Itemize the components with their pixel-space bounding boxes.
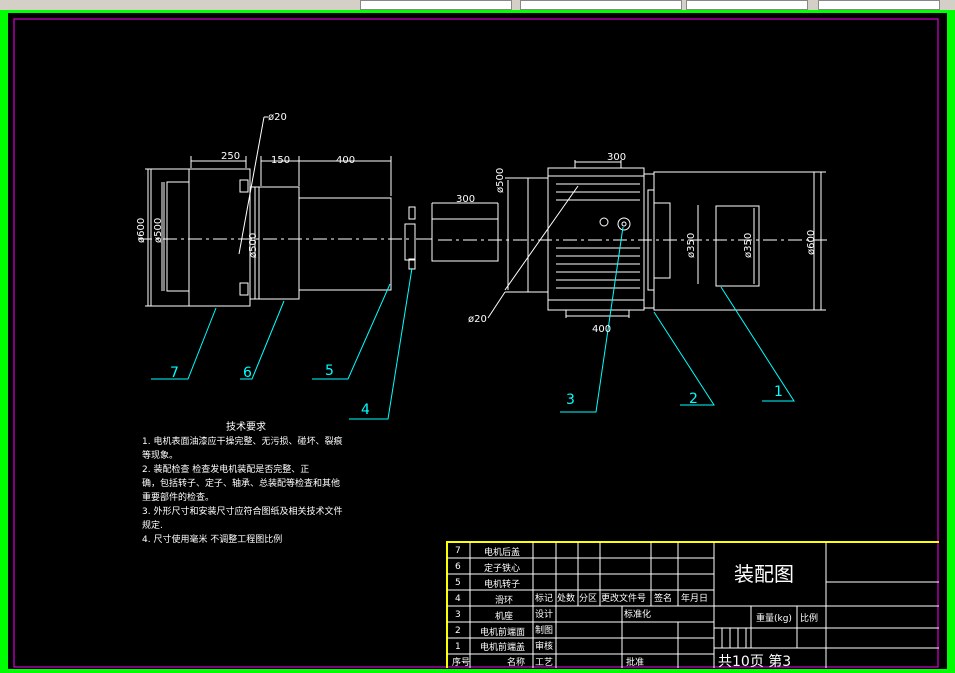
front-endface-part — [643, 173, 655, 309]
bom-name: 电机前端盖 — [480, 641, 525, 653]
dim-dia500-left: ø500 — [153, 218, 164, 243]
dim-dia500-mid: ø500 — [248, 233, 259, 258]
notes-line: 2. 装配检查 检查发电机装配是否完整、正 — [142, 463, 309, 475]
drawing-title: 装配图 — [734, 562, 794, 586]
dim-dia600-left: ø600 — [136, 218, 147, 243]
rev-header: 年月日 — [681, 592, 708, 604]
dim-300-right: 300 — [607, 152, 626, 163]
bom-no: 4 — [455, 594, 461, 604]
bom-name: 定子铁心 — [484, 562, 520, 574]
rev-header: 处数 — [557, 592, 575, 604]
technical-notes: 技术要求 1. 电机表面油漆应干操完整、无污损、碰坏、裂痕 等现象。 2. 装配… — [142, 420, 342, 545]
dim-dia500-right: ø500 — [495, 168, 506, 193]
rev-header: 标记 — [535, 592, 553, 604]
bom-header-no: 序号 — [452, 656, 470, 668]
dim-dia20-bottom: ø20 — [468, 314, 487, 325]
notes-title: 技术要求 — [226, 420, 266, 433]
dim-300-shaft: 300 — [456, 194, 475, 205]
bom-no: 7 — [455, 546, 461, 556]
notes-line: 3. 外形尺寸和安装尺寸应符合图纸及相关技术文件 — [142, 505, 342, 517]
bom-name: 滑环 — [495, 595, 513, 606]
rotor-part — [190, 156, 392, 291]
dim-dia350-a: ø350 — [686, 233, 697, 258]
role-review: 审核 — [535, 640, 553, 652]
callout-4: 4 — [361, 402, 370, 418]
notes-line: 等现象。 — [142, 449, 178, 461]
bom-name: 电机转子 — [484, 578, 520, 590]
front-endcover-part — [653, 171, 826, 311]
notes-line: 4. 尺寸使用毫米 不调整工程图比例 — [142, 533, 282, 545]
dim-lines-left — [147, 116, 499, 306]
rev-header: 更改文件号 — [601, 592, 646, 604]
approval: 批准 — [626, 656, 644, 668]
dim-400-top: 400 — [336, 155, 355, 166]
dim-250: 250 — [221, 151, 240, 162]
role-process: 工艺 — [535, 657, 553, 668]
standardization: 标准化 — [624, 608, 651, 620]
callout-5: 5 — [325, 363, 334, 379]
slip-ring-part — [404, 206, 499, 270]
callout-6: 6 — [243, 365, 252, 381]
callout-1: 1 — [774, 384, 783, 400]
bom-no: 2 — [455, 626, 461, 636]
bom-no: 1 — [455, 642, 461, 652]
notes-line: 重要部件的检查。 — [142, 491, 214, 503]
dim-150: 150 — [271, 155, 290, 166]
dim-dia350-b: ø350 — [743, 233, 754, 258]
rev-header: 签名 — [654, 592, 672, 604]
dim-dia20-top: ø20 — [268, 112, 287, 123]
rev-header: 分区 — [579, 593, 597, 604]
bom-no: 3 — [455, 610, 461, 620]
page-count: 共10页 第3 — [718, 653, 791, 670]
dim-400-bottom: 400 — [592, 324, 611, 335]
notes-line: 规定. — [142, 519, 163, 531]
drawing-canvas[interactable]: 7 6 5 4 3 2 1 ø20 250 150 400 ø600 ø500 … — [0, 0, 955, 673]
bom-no: 6 — [455, 562, 461, 572]
callout-2: 2 — [689, 391, 698, 407]
title-block: 7 电机后盖 6 定子铁心 5 电机转子 4 滑环 3 机座 2 电机前端面 1… — [446, 541, 939, 670]
drawing-border — [13, 18, 939, 668]
callout-7: 7 — [170, 365, 179, 381]
bom-name: 电机后盖 — [484, 546, 520, 558]
bom-name: 机座 — [495, 610, 513, 622]
bom-header-name: 名称 — [507, 656, 525, 668]
dim-dia600-right: ø600 — [806, 230, 817, 255]
scale-label: 比例 — [800, 612, 818, 624]
role-drafting: 制图 — [535, 624, 553, 636]
notes-line: 1. 电机表面油漆应干操完整、无污损、碰坏、裂痕 — [142, 435, 342, 447]
bom-no: 5 — [455, 578, 461, 588]
callout-3: 3 — [566, 392, 575, 408]
bom-name: 电机前端面 — [480, 626, 525, 638]
role-design: 设计 — [535, 608, 553, 620]
notes-line: 确，包括转子、定子、轴承、总装配等检查和其他 — [142, 477, 340, 489]
frame-housing-part — [505, 160, 645, 318]
weight-label: 重量(kg) — [756, 612, 792, 624]
